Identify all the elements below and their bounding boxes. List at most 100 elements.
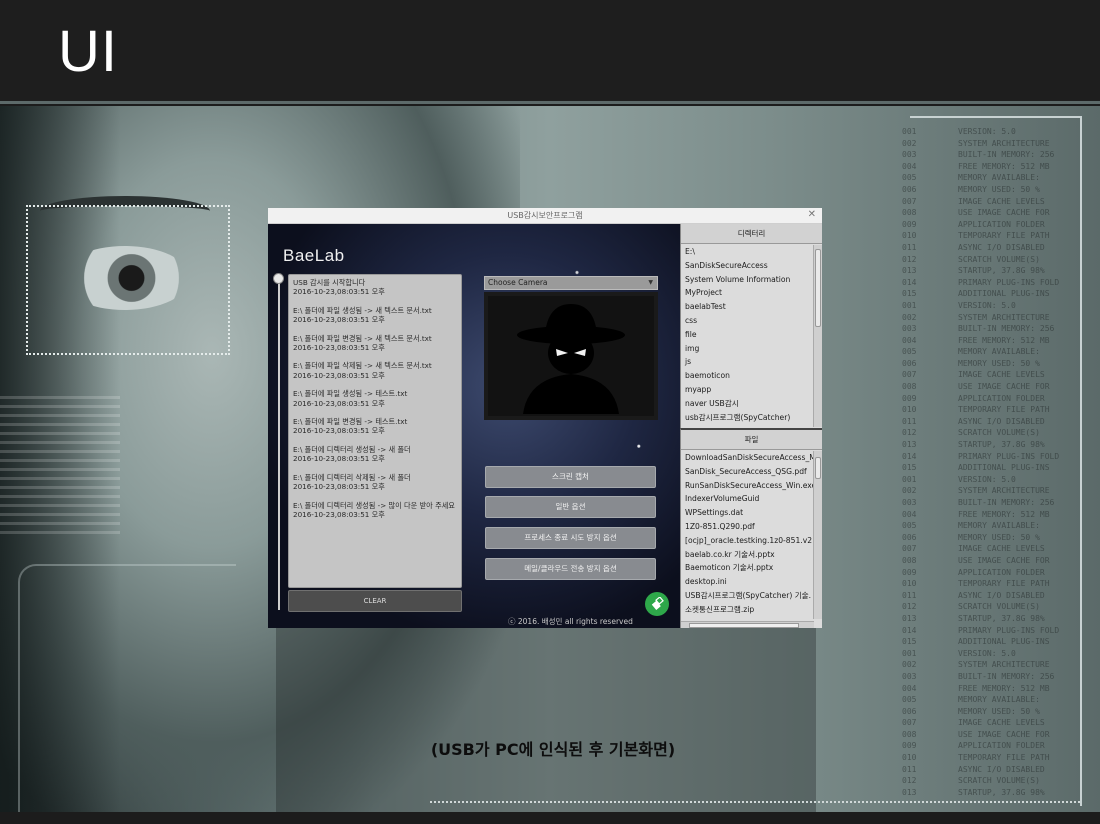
code-line-text: STARTUP, 37.8G 98% xyxy=(958,266,1045,276)
code-line: 011 ASYNC I/O DISABLED xyxy=(902,590,1092,602)
directory-item[interactable]: img xyxy=(681,342,814,356)
code-line-text: BUILT-IN MEMORY: 256 xyxy=(958,150,1055,160)
camera-preview xyxy=(484,292,658,420)
scrollbar-thumb[interactable] xyxy=(689,623,799,628)
file-horizontal-scrollbar[interactable] xyxy=(681,621,814,628)
code-line: 001 VERSION: 5.0 xyxy=(902,126,1092,138)
file-item[interactable]: USB감시프로그램(SpyCatcher) 기술. xyxy=(681,589,814,603)
code-line: 012 SCRATCH VOLUME(S) xyxy=(902,427,1092,439)
code-line-text: APPLICATION FOLDER xyxy=(958,393,1045,403)
screen-capture-button[interactable]: 스크린 캡처 xyxy=(485,466,656,488)
code-line-text: ADDITIONAL PLUG-INS xyxy=(958,637,1050,647)
usb-status-badge[interactable] xyxy=(645,592,669,616)
code-line: 009 APPLICATION FOLDER xyxy=(902,393,1092,405)
directory-item[interactable]: css xyxy=(681,314,814,328)
code-line: 015 ADDITIONAL PLUG-INS xyxy=(902,462,1092,474)
file-item[interactable]: 1Z0-851.Q290.pdf xyxy=(681,520,814,534)
code-line-text: PRIMARY PLUG-INS FOLD xyxy=(958,625,1060,635)
directory-item[interactable]: E:\ xyxy=(681,245,814,259)
code-line-text: USE IMAGE CACHE FOR xyxy=(958,555,1050,565)
basic-option-button[interactable]: 일반 옵션 xyxy=(485,496,656,518)
file-scrollbar[interactable] xyxy=(813,451,822,619)
slide-caption: (USB가 PC에 인식된 후 기본화면) xyxy=(430,740,676,759)
code-line-text: USE IMAGE CACHE FOR xyxy=(958,382,1050,392)
directory-item[interactable]: System Volume Information xyxy=(681,273,814,287)
file-item[interactable]: [ocjp]_oracle.testking.1z0-851.v2 xyxy=(681,534,814,548)
process-protection-button[interactable]: 프로세스 종료 시도 방지 옵션 xyxy=(485,527,656,549)
file-item[interactable]: IndexerVolumeGuid xyxy=(681,492,814,506)
code-line: 010 TEMPORARY FILE PATH xyxy=(902,404,1092,416)
code-line-text: BUILT-IN MEMORY: 256 xyxy=(958,498,1055,507)
file-item[interactable]: DownloadSanDiskSecureAccess_M xyxy=(681,451,814,465)
code-line-text: ASYNC I/O DISABLED xyxy=(958,242,1045,252)
log-timestamp: 2016-10-23,08:03:51 오후 xyxy=(293,482,385,492)
event-log[interactable]: USB 감시를 시작합니다 2016-10-23,08:03:51 오후 E:\ 폴… xyxy=(288,274,462,588)
code-line: 008 USE IMAGE CACHE FOR xyxy=(902,555,1092,567)
bottom-dotted-line xyxy=(430,801,1080,803)
code-line-text: TEMPORARY FILE PATH xyxy=(958,231,1050,241)
file-item[interactable]: RunSanDiskSecureAccess_Win.exe xyxy=(681,479,814,493)
clear-button[interactable]: CLEAR xyxy=(288,590,462,612)
directory-item[interactable]: baelabTest xyxy=(681,300,814,314)
file-item[interactable]: 소켓통신프로그램.zip xyxy=(681,603,814,617)
camera-select-value: Choose Camera xyxy=(488,278,548,287)
code-line-text: SCRATCH VOLUME(S) xyxy=(958,602,1040,612)
code-line-number: 003 xyxy=(902,150,917,160)
directory-item[interactable]: naver USB감시 xyxy=(681,397,814,411)
code-line-text: SCRATCH VOLUME(S) xyxy=(958,776,1040,786)
code-line: 001 VERSION: 5.0 xyxy=(902,300,1092,312)
code-line-number: 007 xyxy=(902,370,917,380)
background-frame xyxy=(18,564,236,812)
log-timestamp: 2016-10-23,08:03:51 오후 xyxy=(293,315,385,325)
usb-icon xyxy=(651,597,664,610)
directory-item[interactable]: myapp xyxy=(681,383,814,397)
log-timestamp: 2016-10-23,08:03:51 오후 xyxy=(293,509,385,519)
directory-item[interactable]: usb감시프로그램(SpyCatcher) xyxy=(681,411,814,425)
close-icon[interactable]: ✕ xyxy=(808,209,816,220)
file-item[interactable]: desktop.ini xyxy=(681,575,814,589)
log-slider-track[interactable] xyxy=(278,276,280,610)
code-line-text: IMAGE CACHE LEVELS xyxy=(958,544,1045,554)
code-line: 006 MEMORY USED: 50 % xyxy=(902,358,1092,370)
file-list[interactable]: DownloadSanDiskSecureAccess_M SanDisk_Sec… xyxy=(681,451,814,621)
code-line: 012 SCRATCH VOLUME(S) xyxy=(902,601,1092,613)
code-line-number: 015 xyxy=(902,637,917,647)
code-line-number: 001 xyxy=(902,648,917,658)
directory-item[interactable]: SanDiskSecureAccess xyxy=(681,259,814,273)
slide-header: UI xyxy=(0,0,1100,104)
window-title: USB감시보안프로그램 xyxy=(507,211,583,220)
directory-panel: 디렉터리 E:\ SanDiskSecureAccess System Volume… xyxy=(680,224,822,428)
frame-top-line xyxy=(910,116,1082,118)
file-item[interactable]: SanDisk_SecureAccess_QSG.pdf xyxy=(681,465,814,479)
directory-item[interactable]: js xyxy=(681,355,814,369)
mail-cloud-protection-button[interactable]: 메일/클라우드 전송 방지 옵션 xyxy=(485,558,656,580)
code-line-text: STARTUP, 37.8G 98% xyxy=(958,613,1045,623)
spy-silhouette-icon xyxy=(517,304,625,414)
code-line-text: FREE MEMORY: 512 MB xyxy=(958,335,1050,345)
code-line: 005 MEMORY AVAILABLE: xyxy=(902,694,1092,706)
log-slider-handle[interactable] xyxy=(273,273,284,284)
directory-item[interactable]: file xyxy=(681,328,814,342)
code-line-number: 002 xyxy=(902,312,917,322)
camera-select[interactable]: Choose Camera ▼ xyxy=(484,276,658,290)
directory-item[interactable]: MyProject xyxy=(681,286,814,300)
code-line-number: 014 xyxy=(902,277,917,287)
code-line: 014 PRIMARY PLUG-INS FOLD xyxy=(902,625,1092,637)
scrollbar-thumb[interactable] xyxy=(815,249,821,327)
file-item[interactable]: WPSettings.dat xyxy=(681,506,814,520)
file-item[interactable]: Baemoticon 기술서.pptx xyxy=(681,561,814,575)
directory-scrollbar[interactable] xyxy=(813,245,822,427)
code-line-number: 013 xyxy=(902,266,917,276)
code-line-number: 004 xyxy=(902,509,917,519)
directory-list[interactable]: E:\ SanDiskSecureAccess System Volume Info… xyxy=(681,245,814,427)
code-line-text: SYSTEM ARCHITECTURE xyxy=(958,660,1050,670)
code-line-number: 012 xyxy=(902,254,917,264)
code-line: 006 MEMORY USED: 50 % xyxy=(902,706,1092,718)
code-line-text: MEMORY USED: 50 % xyxy=(958,358,1040,368)
code-line: 005 MEMORY AVAILABLE: xyxy=(902,172,1092,184)
code-line-text: MEMORY AVAILABLE: xyxy=(958,347,1040,357)
file-panel-header: 파일 xyxy=(681,430,822,450)
directory-item[interactable]: baemoticon xyxy=(681,369,814,383)
file-item[interactable]: baelab.co.kr 기술서.pptx xyxy=(681,548,814,562)
scrollbar-thumb[interactable] xyxy=(815,457,821,479)
